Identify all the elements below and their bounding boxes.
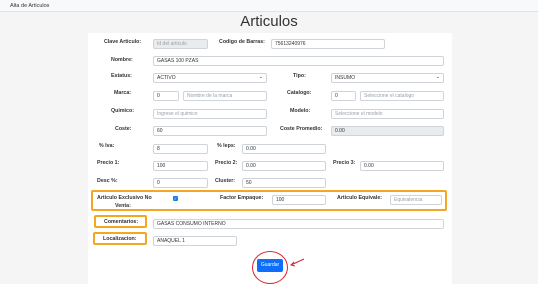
coste-input[interactable]: 60 [153, 126, 267, 136]
factor-input[interactable]: 100 [272, 195, 326, 205]
marca-id-input[interactable]: 0 [153, 91, 179, 101]
codigo-input[interactable]: 75613240976 [271, 39, 385, 49]
desc-label: Desc %: [97, 178, 118, 184]
marca-name-input[interactable]: Nombre de la marca [183, 91, 267, 101]
marca-label: Marca: [114, 90, 132, 96]
clave-label: Clave Articulo: [104, 39, 142, 45]
nombre-input[interactable]: GASAS 100 PZAS [153, 56, 444, 66]
precio2-input[interactable]: 0.00 [242, 161, 326, 171]
equivale-label: Articulo Equivale: [337, 195, 383, 201]
exclusivo-label-line1: Articulo Exclusivo No [97, 195, 152, 201]
form-card [88, 33, 452, 284]
ieps-input[interactable]: 0.00 [242, 144, 326, 154]
coste-promedio-input: 0.00 [331, 126, 444, 136]
nombre-label: Nombre: [111, 57, 133, 63]
localizacion-input[interactable]: ANAQUEL 1 [153, 236, 237, 246]
chevron-down-icon: ⌄ [258, 74, 263, 80]
cluster-input[interactable]: 50 [242, 178, 326, 188]
precio1-input[interactable]: 100 [153, 161, 208, 171]
iva-label: % Iva: [99, 143, 115, 149]
catalogo-select[interactable]: Seleccione el catalogo [360, 91, 444, 101]
precio1-label: Precio 1: [97, 160, 120, 166]
catalogo-id-input[interactable]: 0 [331, 91, 356, 101]
arrow-annotation-icon [290, 258, 305, 267]
modelo-label: Modelo: [290, 108, 311, 114]
quimico-input[interactable]: Ingrese el quimico [153, 109, 267, 119]
iva-input[interactable]: 8 [153, 144, 208, 154]
coste-label: Coste: [115, 126, 132, 132]
desc-input[interactable]: 0 [153, 178, 208, 188]
chevron-down-icon: ⌄ [435, 74, 440, 80]
precio3-input[interactable]: 0.00 [360, 161, 444, 171]
localizacion-label: Localizacion: [103, 236, 137, 242]
estatus-value: ACTIVO [157, 75, 176, 81]
estatus-select[interactable]: ACTIVO ⌄ [153, 73, 267, 83]
tipo-select[interactable]: INSUMO ⌄ [331, 73, 444, 83]
exclusivo-label-line2: Venta: [115, 203, 131, 209]
save-button[interactable]: Guardar [257, 259, 283, 272]
precio3-label: Precio 3: [333, 160, 356, 166]
window-title-bar: Alta de Articulos [0, 0, 538, 12]
catalogo-label: Catalogo: [287, 90, 312, 96]
ieps-label: % Ieps: [217, 143, 236, 149]
tipo-value: INSUMO [335, 75, 355, 81]
modelo-input[interactable]: Seleccione el modelo [331, 109, 444, 119]
page-title: Articulos [240, 13, 298, 30]
window-title: Alta de Articulos [10, 3, 50, 9]
clave-input[interactable]: Id del articulo [153, 39, 208, 49]
estatus-label: Estatus: [111, 73, 132, 79]
codigo-label: Codigo de Barras: [219, 39, 265, 45]
equivale-input[interactable]: Equivalencia [390, 195, 442, 205]
coste-promedio-label: Coste Promedio: [280, 126, 323, 132]
factor-label: Factor Empaque: [220, 195, 264, 201]
comentarios-label: Comentarios: [104, 219, 139, 225]
quimico-label: Quimico: [111, 108, 134, 114]
cluster-label: Cluster: [215, 178, 236, 184]
comentarios-input[interactable]: GASAS CONSUMO INTERNO [153, 219, 444, 229]
tipo-label: Tipo: [293, 73, 306, 79]
exclusivo-checkbox[interactable]: ✓ [173, 196, 178, 201]
precio2-label: Precio 2: [215, 160, 238, 166]
